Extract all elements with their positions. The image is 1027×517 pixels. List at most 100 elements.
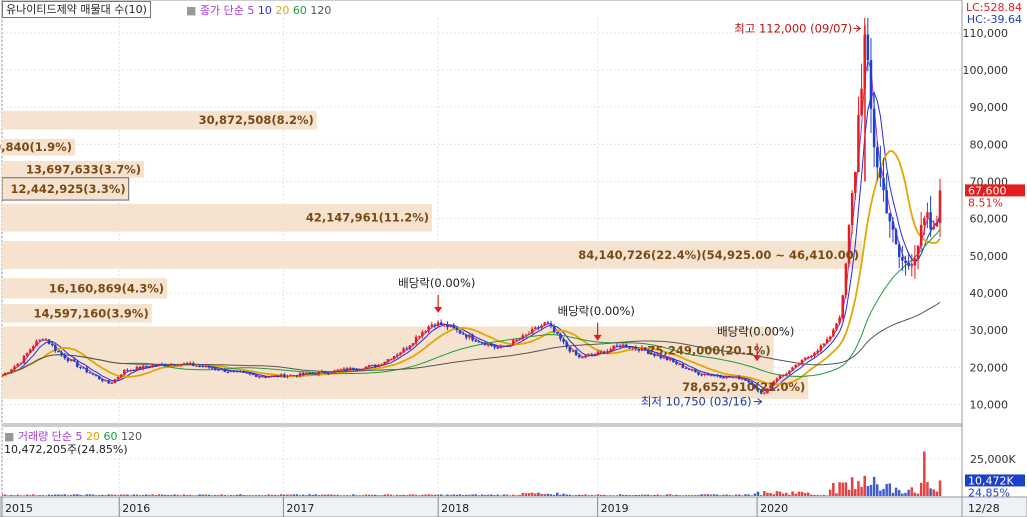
volume-bar (414, 494, 418, 496)
volume-bar (119, 494, 123, 496)
legend-ma20: 20 (275, 4, 290, 17)
volume-bar (916, 493, 920, 496)
price-ma-legend[interactable]: ■ 종가 단순 5 10 20 60 120 (186, 2, 331, 18)
candle-body (72, 359, 76, 362)
volume-bar (82, 495, 85, 496)
candle-body (581, 357, 584, 359)
volume-bar (869, 484, 873, 496)
volume-bar (314, 494, 317, 496)
candle-body (38, 339, 41, 341)
volume-bar (129, 495, 132, 496)
volume-bar (841, 482, 844, 496)
candle-body (242, 371, 245, 373)
volume-bar (499, 495, 503, 496)
volume-bar (110, 494, 114, 496)
candle-body (311, 373, 314, 375)
candle-body (474, 340, 477, 342)
candle-body (690, 369, 694, 371)
volume-bar (788, 494, 791, 496)
candle-body (54, 345, 57, 351)
volume-bar (766, 492, 769, 496)
candle-body (7, 372, 10, 374)
candle-body (176, 365, 179, 367)
volume-bar (251, 495, 255, 496)
candle-body (546, 322, 550, 324)
volume-bar (844, 482, 848, 496)
ex-dividend-label: 배당락(0.00%) (717, 324, 794, 338)
candle-body (101, 379, 104, 382)
volume-bar (361, 495, 365, 496)
volume-bar (364, 494, 368, 496)
candle-body (515, 339, 518, 341)
candle-body (182, 363, 186, 365)
volume-bar (618, 494, 622, 496)
candle-body (857, 114, 860, 172)
volume-bar (279, 494, 283, 496)
candle-body (882, 177, 885, 191)
volume-bar (568, 494, 572, 496)
candle-body (935, 223, 939, 227)
volume-bar (295, 494, 299, 496)
y-tick-label: 90,000 (970, 101, 1009, 114)
volume-bar (286, 494, 289, 496)
candle-body (433, 324, 437, 326)
volume-bar (60, 494, 63, 496)
volume-bar (210, 495, 214, 496)
candle-body (791, 367, 794, 371)
volume-bar (333, 494, 336, 496)
price-axis: 10,00020,00030,00040,00050,00060,00070,0… (963, 27, 1025, 499)
volume-panel[interactable] (1, 425, 963, 498)
stock-chart[interactable]: 30,872,508(8.2%) 7,170,840(1.9%) 13,697,63… (0, 0, 1027, 517)
volume-bar (188, 494, 192, 496)
volume-bar (22, 495, 26, 496)
candle-body (320, 371, 324, 373)
volume-profile-label: 14,597,160(3.9%) (34, 306, 149, 320)
volume-bar (223, 495, 226, 496)
chart-title[interactable]: 유나이티드제약 매물대 수(10) (2, 1, 151, 18)
legend-ma120: 120 (310, 4, 332, 17)
volume-bar (621, 494, 625, 496)
candle-body (794, 364, 797, 368)
current-price-change: 8.51% (968, 196, 1003, 209)
volume-bar (690, 495, 694, 496)
volume-bar (590, 495, 594, 496)
volume-bar (741, 495, 744, 496)
low-label: 최저 10,750 (03/16) (641, 395, 752, 409)
volume-bar (160, 494, 164, 496)
candle-body (286, 376, 289, 378)
candle-body (32, 346, 35, 350)
candle-body (885, 190, 888, 214)
candle-body (468, 334, 471, 338)
volume-bar (270, 494, 274, 496)
candle-body (327, 373, 330, 375)
candle-body (687, 368, 691, 370)
candle-body (643, 347, 647, 351)
y-tick-label: 60,000 (970, 213, 1009, 226)
candle-body (377, 364, 380, 368)
candle-body (584, 355, 587, 358)
candle-body (788, 370, 791, 374)
candle-body (455, 328, 459, 331)
candle-body (226, 371, 230, 373)
candle-body (82, 367, 85, 369)
candle-body (367, 365, 371, 367)
volume-bar (452, 494, 455, 496)
x-tick-label: 2017 (286, 502, 314, 515)
x-tick-label: 12/28 (968, 502, 1000, 515)
volume-bar (571, 495, 575, 496)
candle-body (192, 363, 195, 366)
candle-body (832, 329, 835, 337)
volume-bar (763, 491, 766, 496)
legend-ma10: 10 (257, 4, 272, 17)
candle-body (577, 355, 581, 358)
volume-bar (207, 494, 211, 496)
volume-y-tick-label: 25,000K (970, 453, 1016, 466)
candle-body (3, 372, 7, 376)
volume-bar (505, 494, 509, 496)
candle-body (562, 339, 565, 342)
candle-body (123, 369, 126, 375)
volume-bar (276, 495, 280, 496)
candle-body (625, 344, 628, 348)
volume-bar (386, 494, 390, 496)
candle-body (904, 260, 907, 264)
